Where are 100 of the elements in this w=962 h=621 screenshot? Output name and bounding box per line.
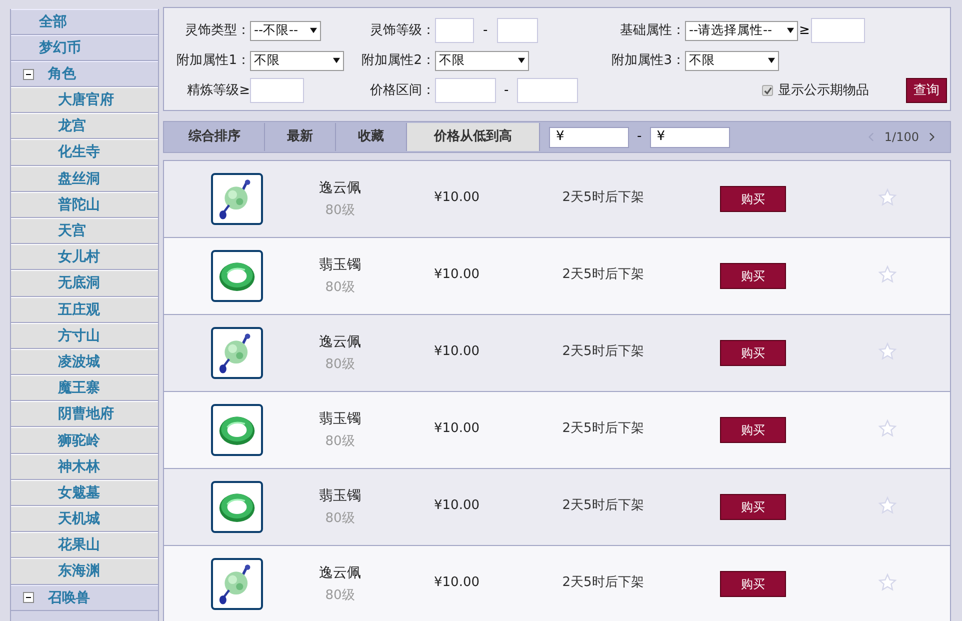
refine-level-field[interactable] <box>250 78 304 103</box>
sidebar-item[interactable]: 天机城 <box>58 512 100 526</box>
price-max-field[interactable]: ¥ <box>650 126 730 148</box>
jade-pendant-icon <box>211 173 263 225</box>
sidebar-item[interactable]: 无底洞 <box>58 276 100 290</box>
checkbox[interactable] <box>762 85 773 96</box>
item-price: ¥10.00 <box>433 266 480 284</box>
item-price: ¥10.00 <box>433 420 480 438</box>
item-level: 80级 <box>325 356 355 374</box>
favorite-star-icon[interactable] <box>878 419 897 438</box>
sidebar-item[interactable]: 东海渊 <box>58 564 100 578</box>
price-min-field[interactable]: ¥ <box>549 126 629 148</box>
collapse-icon[interactable] <box>23 68 34 80</box>
item-price: ¥10.00 <box>433 497 480 516</box>
sidebar-item[interactable]: 女儿村 <box>58 250 100 264</box>
sidebar-item[interactable]: 方寸山 <box>58 328 100 343</box>
sidebar-item[interactable]: 盘丝洞 <box>58 172 100 186</box>
buy-button[interactable]: 购买 <box>720 417 786 443</box>
favorite-star-icon[interactable] <box>878 342 897 361</box>
price-max-field[interactable] <box>516 78 578 103</box>
attribute-select[interactable]: 不限 <box>435 50 529 70</box>
item-name: 逸云佩 <box>319 178 361 198</box>
range-dash: - <box>637 128 642 146</box>
favorite-star-icon[interactable] <box>878 573 897 592</box>
item-level: 80级 <box>325 432 355 451</box>
sidebar-item[interactable]: 龙宫 <box>58 119 86 134</box>
item-name: 逸云佩 <box>319 564 361 583</box>
sidebar-item[interactable]: 召唤兽 <box>48 590 90 605</box>
caret-icon <box>768 57 775 64</box>
caret-icon <box>518 57 525 64</box>
range-dash: - <box>504 82 509 100</box>
time-left: 2天5时后下架 <box>561 266 645 284</box>
buy-button[interactable]: 购买 <box>720 571 786 597</box>
range-dash: - <box>483 22 488 40</box>
caret-icon <box>787 27 794 34</box>
field-label: 精炼等级≥ <box>186 82 250 100</box>
field-label: 附加属性2： <box>360 52 435 70</box>
item-price: ¥10.00 <box>433 574 480 592</box>
item-price: ¥10.00 <box>433 189 480 208</box>
item-level: 80级 <box>325 202 355 220</box>
level-max-field[interactable] <box>496 18 538 43</box>
collapse-icon[interactable] <box>23 592 34 604</box>
level-min-field[interactable] <box>435 18 474 43</box>
time-left: 2天5时后下架 <box>561 574 645 592</box>
jade-bracelet-icon <box>211 481 263 533</box>
item-name: 翡玉镯 <box>319 486 361 506</box>
jade-bracelet-icon <box>211 250 263 302</box>
favorite-star-icon[interactable] <box>878 188 897 207</box>
item-name: 逸云佩 <box>319 332 361 352</box>
buy-button[interactable]: 购买 <box>720 263 786 289</box>
favorite-star-icon[interactable] <box>878 496 897 515</box>
field-label: 价格区间： <box>369 82 435 100</box>
buy-button[interactable]: 购买 <box>720 494 786 520</box>
sort-tab[interactable]: 价格从低到高 <box>407 123 540 151</box>
price-min-field[interactable] <box>435 78 496 103</box>
field-label: 附加属性3： <box>610 52 685 70</box>
sidebar-item[interactable]: 化生寺 <box>58 145 100 160</box>
sidebar-item[interactable]: 普陀山 <box>58 198 100 212</box>
field-label: 附加属性1： <box>176 52 250 70</box>
query-button[interactable]: 查询 <box>906 78 947 103</box>
comparator: ≥ <box>799 22 810 40</box>
attribute-select[interactable]: 不限 <box>685 50 779 70</box>
time-left: 2天5时后下架 <box>561 189 645 208</box>
sidebar-item[interactable]: 女魃墓 <box>58 486 100 500</box>
field-label: 灵饰类型： <box>184 22 250 40</box>
caret-icon <box>310 27 317 34</box>
item-price: ¥10.00 <box>433 343 480 362</box>
jade-pendant-icon <box>211 327 263 379</box>
item-name: 翡玉镯 <box>319 256 361 275</box>
sidebar-item[interactable]: 天宫 <box>58 224 86 238</box>
item-name: 翡玉镯 <box>319 410 361 429</box>
jade-pendant-icon <box>211 558 263 610</box>
buy-button[interactable]: 购买 <box>720 186 786 212</box>
sidebar-item[interactable]: 魔王寨 <box>58 381 100 396</box>
item-level: 80级 <box>325 586 355 605</box>
item-level: 80级 <box>325 278 355 297</box>
field-label: 基础属性： <box>619 22 685 40</box>
field-label: 灵饰等级： <box>369 22 435 40</box>
sidebar-item[interactable]: 梦幻币 <box>39 41 81 55</box>
sidebar-item[interactable]: 凌波城 <box>58 354 100 369</box>
attribute-select[interactable]: --请选择属性-- <box>685 20 798 40</box>
caret-icon <box>333 57 340 64</box>
sidebar-item[interactable]: 狮驼岭 <box>58 434 100 448</box>
attribute-select[interactable]: 不限 <box>250 50 344 70</box>
sidebar-item[interactable]: 角色 <box>48 67 76 81</box>
sidebar-item[interactable]: 神木林 <box>58 460 100 474</box>
sidebar-item[interactable]: 花果山 <box>58 538 100 552</box>
time-left: 2天5时后下架 <box>561 343 645 362</box>
time-left: 2天5时后下架 <box>561 497 645 516</box>
checkbox-label: 显示公示期物品 <box>778 82 869 100</box>
sidebar-item[interactable]: 五庄观 <box>58 302 100 317</box>
page-indicator: 1/100 <box>884 129 919 146</box>
jade-bracelet-icon <box>211 404 263 456</box>
item-level: 80级 <box>325 510 355 528</box>
time-left: 2天5时后下架 <box>561 420 645 438</box>
favorite-star-icon[interactable] <box>878 265 897 284</box>
buy-button[interactable]: 购买 <box>720 340 786 366</box>
attribute-value-field[interactable] <box>810 18 865 43</box>
type-select[interactable]: --不限-- <box>250 20 321 40</box>
sidebar-item[interactable]: 全部 <box>39 15 67 29</box>
